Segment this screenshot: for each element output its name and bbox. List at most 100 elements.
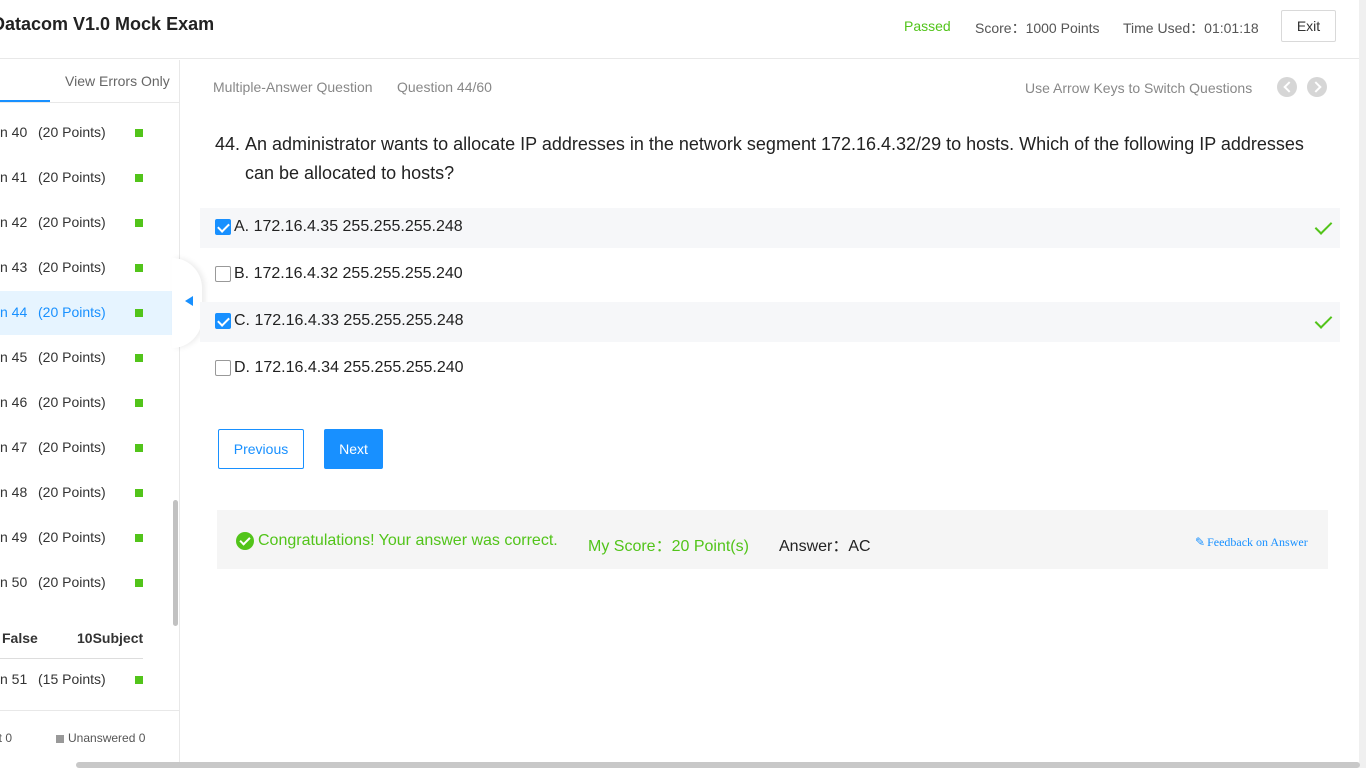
feedback-link[interactable]: ✎ Feedback on Answer bbox=[1195, 535, 1308, 550]
pass-status: Passed bbox=[904, 18, 951, 34]
question-progress: Question 44/60 bbox=[397, 79, 492, 95]
time-used: Time Used：01:01:18 bbox=[1123, 20, 1259, 36]
question-item-number: n 44 bbox=[0, 304, 28, 320]
previous-button[interactable]: Previous bbox=[218, 429, 304, 469]
question-item-number: n 47 bbox=[0, 439, 28, 455]
answer-option[interactable]: A. 172.16.4.35 255.255.255.248 bbox=[200, 208, 1340, 248]
question-item-points: (20 Points) bbox=[38, 394, 106, 410]
question-item-points: (20 Points) bbox=[38, 439, 106, 455]
question-number: 44. bbox=[215, 134, 241, 154]
legend-correct: ect 0 bbox=[0, 731, 13, 745]
tab-view-errors-only[interactable]: View Errors Only bbox=[65, 73, 170, 89]
question-item-points: (20 Points) bbox=[38, 484, 106, 500]
sidebar-question-item[interactable]: n 50 (20 Points) bbox=[0, 561, 172, 605]
chevron-right-icon[interactable] bbox=[1307, 77, 1327, 97]
sidebar-question-item[interactable]: n 46 (20 Points) bbox=[0, 381, 172, 425]
question-item-number: n 42 bbox=[0, 214, 28, 230]
sidebar-question-item[interactable]: n 49 (20 Points) bbox=[0, 516, 172, 560]
sidebar-tabs: View Errors Only bbox=[0, 60, 179, 103]
option-label: B. 172.16.4.32 255.255.255.240 bbox=[234, 265, 463, 282]
answer-option[interactable]: C. 172.16.4.33 255.255.255.248 bbox=[200, 302, 1340, 342]
option-checkbox[interactable] bbox=[215, 313, 231, 329]
edit-pen-icon: ✎ bbox=[1195, 535, 1206, 549]
sidebar-legend: ect 0 Unanswered 0 bbox=[0, 710, 179, 768]
question-item-number: n 45 bbox=[0, 349, 28, 365]
unanswered-square-icon bbox=[56, 735, 64, 743]
option-label: D. 172.16.4.34 255.255.255.240 bbox=[234, 359, 464, 376]
question-item-points: (20 Points) bbox=[38, 304, 106, 320]
answered-status-icon bbox=[135, 264, 143, 272]
question-sidebar: View Errors Only n 40 (20 Points) n 41 (20 … bbox=[0, 60, 180, 768]
my-score: My Score：20 Point(s) bbox=[588, 538, 749, 555]
section-name: False bbox=[2, 630, 38, 646]
result-panel: Congratulations! Your answer was correct… bbox=[217, 510, 1328, 569]
question-item-points: (20 Points) bbox=[38, 214, 106, 230]
check-circle-icon bbox=[236, 532, 254, 550]
option-checkbox[interactable] bbox=[215, 360, 231, 376]
answered-status-icon bbox=[135, 444, 143, 452]
question-item-points: (20 Points) bbox=[38, 169, 106, 185]
section-header-true-false: False 10Subject bbox=[0, 620, 143, 659]
answered-status-icon bbox=[135, 489, 143, 497]
question-item-number: n 51 bbox=[0, 671, 28, 687]
question-item-points: (15 Points) bbox=[38, 671, 106, 687]
legend-unanswered: Unanswered 0 bbox=[68, 731, 146, 745]
collapse-sidebar-button[interactable] bbox=[172, 258, 202, 348]
sidebar-question-item[interactable]: n 44 (20 Points) bbox=[0, 291, 172, 335]
answered-status-icon bbox=[135, 174, 143, 182]
question-item-points: (20 Points) bbox=[38, 574, 106, 590]
question-item-points: (20 Points) bbox=[38, 349, 106, 365]
sidebar-question-item[interactable]: n 47 (20 Points) bbox=[0, 426, 172, 470]
answered-status-icon bbox=[135, 129, 143, 137]
question-item-number: n 43 bbox=[0, 259, 28, 275]
question-stem: 44. An administrator wants to allocate I… bbox=[215, 130, 1325, 188]
next-button[interactable]: Next bbox=[324, 429, 383, 469]
sidebar-question-item[interactable]: n 41 (20 Points) bbox=[0, 156, 172, 200]
page-vertical-scrollbar[interactable] bbox=[1359, 0, 1366, 768]
chevron-left-icon[interactable] bbox=[1277, 77, 1297, 97]
question-item-number: n 48 bbox=[0, 484, 28, 500]
result-message: Congratulations! Your answer was correct… bbox=[258, 532, 558, 549]
answered-status-icon bbox=[135, 219, 143, 227]
option-checkbox[interactable] bbox=[215, 266, 231, 282]
arrow-keys-hint: Use Arrow Keys to Switch Questions bbox=[1025, 80, 1253, 96]
question-item-number: n 41 bbox=[0, 169, 28, 185]
answered-status-icon bbox=[135, 309, 143, 317]
question-type: Multiple-Answer Question bbox=[213, 79, 373, 95]
sidebar-question-item[interactable]: n 51 (15 Points) bbox=[0, 658, 172, 702]
tab-all-questions[interactable] bbox=[0, 100, 50, 102]
correct-check-icon bbox=[1314, 217, 1333, 235]
sidebar-scrollbar[interactable] bbox=[173, 500, 178, 626]
question-item-points: (20 Points) bbox=[38, 124, 106, 140]
answered-status-icon bbox=[135, 579, 143, 587]
question-item-points: (20 Points) bbox=[38, 259, 106, 275]
sidebar-question-item[interactable]: n 43 (20 Points) bbox=[0, 246, 172, 290]
option-checkbox[interactable] bbox=[215, 219, 231, 235]
question-item-number: n 46 bbox=[0, 394, 28, 410]
exit-button[interactable]: Exit bbox=[1281, 10, 1336, 42]
total-score: Score：1000 Points bbox=[975, 20, 1100, 36]
option-label: A. 172.16.4.35 255.255.255.248 bbox=[234, 218, 463, 235]
sidebar-question-item[interactable]: n 48 (20 Points) bbox=[0, 471, 172, 515]
correct-answer: Answer：AC bbox=[779, 538, 871, 555]
option-label: C. 172.16.4.33 255.255.255.248 bbox=[234, 312, 464, 329]
answered-status-icon bbox=[135, 534, 143, 542]
caret-left-icon bbox=[185, 296, 193, 306]
question-text: An administrator wants to allocate IP ad… bbox=[245, 134, 1304, 183]
sidebar-question-item[interactable]: n 40 (20 Points) bbox=[0, 111, 172, 155]
question-item-number: n 40 bbox=[0, 124, 28, 140]
answer-option[interactable]: B. 172.16.4.32 255.255.255.240 bbox=[200, 255, 1340, 295]
question-item-number: n 50 bbox=[0, 574, 28, 590]
sidebar-question-item[interactable]: n 45 (20 Points) bbox=[0, 336, 172, 380]
answered-status-icon bbox=[135, 399, 143, 407]
answered-status-icon bbox=[135, 676, 143, 684]
feedback-label: Feedback on Answer bbox=[1207, 535, 1308, 549]
section-count: 10Subject bbox=[77, 630, 144, 646]
question-item-number: n 49 bbox=[0, 529, 28, 545]
sidebar-question-item[interactable]: n 42 (20 Points) bbox=[0, 201, 172, 245]
answered-status-icon bbox=[135, 354, 143, 362]
answer-option[interactable]: D. 172.16.4.34 255.255.255.240 bbox=[200, 349, 1340, 389]
exam-title: Datacom V1.0 Mock Exam bbox=[0, 14, 215, 34]
horizontal-scrollbar[interactable] bbox=[76, 762, 1360, 768]
correct-check-icon bbox=[1314, 311, 1333, 329]
